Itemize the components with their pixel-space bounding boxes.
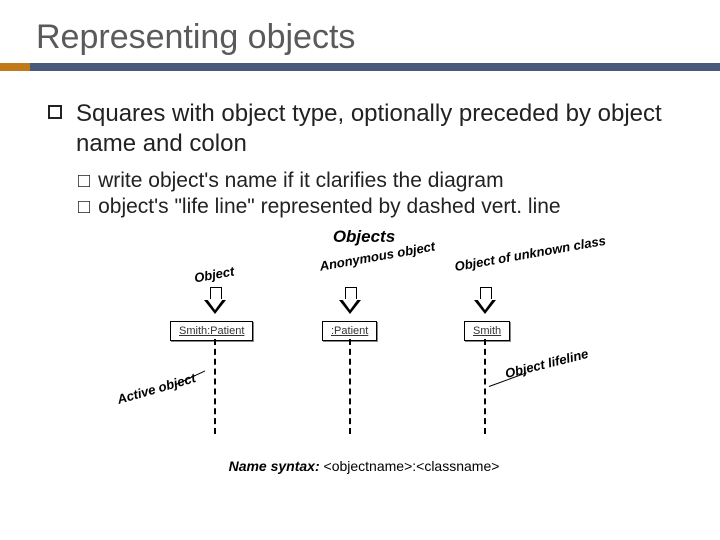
sub-list: □ write object's name if it clarifies th… xyxy=(78,169,680,219)
divider xyxy=(0,63,720,71)
bullet-row: Squares with object type, optionally pre… xyxy=(48,99,680,159)
lifeline xyxy=(214,339,216,434)
divider-main xyxy=(30,63,720,71)
syntax-label: Name syntax: xyxy=(229,458,320,474)
diagram-heading: Objects xyxy=(333,227,395,247)
top-label-unknown: Object of unknown class xyxy=(453,243,549,274)
top-label-anon: Anonymous object xyxy=(318,243,409,273)
sub-text: write object's name if it clarifies the … xyxy=(98,169,504,193)
sub-text: object's "life line" represented by dash… xyxy=(98,195,561,219)
arrow-down-icon xyxy=(339,287,361,317)
divider-accent xyxy=(0,63,30,71)
object-box-named: Smith:Patient xyxy=(170,321,253,341)
sub-glyph-icon: □ xyxy=(78,196,90,219)
lifeline xyxy=(349,339,351,434)
syntax-value: <objectname>:<classname> xyxy=(324,458,500,474)
sub-glyph-icon: □ xyxy=(78,170,90,193)
arrow-down-icon xyxy=(474,287,496,317)
top-label-object: Object xyxy=(193,264,235,286)
annot-active-object: Active object xyxy=(116,370,198,407)
content: Squares with object type, optionally pre… xyxy=(0,71,720,476)
arrow-down-icon xyxy=(204,287,226,317)
bullet-text: Squares with object type, optionally pre… xyxy=(76,99,680,159)
diagram: Objects Object Anonymous object Object o… xyxy=(124,231,604,476)
name-syntax: Name syntax: <objectname>:<classname> xyxy=(229,458,500,474)
page-title: Representing objects xyxy=(0,0,720,63)
square-bullet-icon xyxy=(48,105,62,119)
sub-row: □ write object's name if it clarifies th… xyxy=(78,169,680,193)
lifeline xyxy=(484,339,486,434)
object-box-anon: :Patient xyxy=(322,321,377,341)
sub-row: □ object's "life line" represented by da… xyxy=(78,195,680,219)
object-box-unknown: Smith xyxy=(464,321,510,341)
